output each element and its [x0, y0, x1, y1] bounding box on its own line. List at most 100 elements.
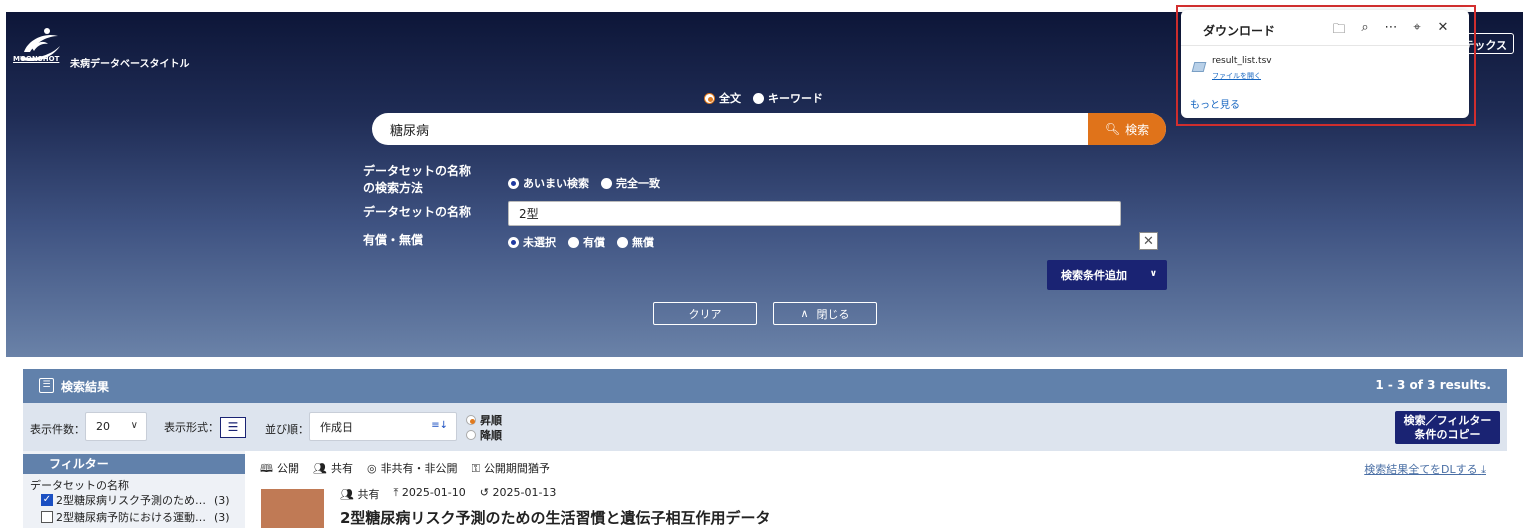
copy-label-line2: 条件のコピー — [1414, 428, 1481, 441]
filter-item[interactable]: 2型糖尿病予防における運動… (3) — [41, 509, 230, 525]
asc-option[interactable]: 昇順 — [466, 412, 502, 427]
legend-grace: ⚿ 公開期間猶予 — [472, 460, 550, 479]
search-icon: 🔍︎ — [1104, 122, 1121, 136]
site-title: 未病データベースタイトル — [70, 59, 190, 70]
clear-button[interactable]: クリア — [653, 302, 757, 325]
download-all-label: 検索結果全てをDLする — [1364, 463, 1478, 476]
radio-selected-icon[interactable] — [704, 92, 715, 104]
search-input[interactable] — [372, 113, 1087, 145]
free-option[interactable]: 無償 — [617, 234, 654, 250]
radio-icon[interactable] — [601, 177, 612, 189]
legend-grace-label: 公開期間猶予 — [483, 462, 550, 475]
remove-condition-close-icon[interactable]: ✕ — [1139, 232, 1158, 250]
radio-selected-icon[interactable] — [508, 236, 519, 248]
download-file-name[interactable]: result_list.tsv — [1212, 56, 1272, 66]
dataset-thumbnail[interactable] — [261, 489, 324, 528]
legend-shared-label: 共有 — [330, 462, 353, 475]
key-icon: ⚿ — [471, 462, 480, 475]
radio-icon[interactable] — [753, 92, 764, 104]
results-header: ☰ 検索結果 1 - 3 of 3 results. — [23, 369, 1507, 403]
chevron-up-icon: ∧ — [800, 307, 809, 320]
meta-share: 👥︎ 共有 — [340, 486, 379, 502]
results-title: 検索結果 — [61, 380, 110, 394]
filter-item-label: 2型糖尿病リスク予測のため… — [56, 494, 206, 507]
legend-public: 🕮︎ 公開 — [260, 460, 299, 479]
sort-label: 並び順： — [265, 423, 309, 436]
fuzzy-option[interactable]: あいまい検索 — [508, 175, 589, 191]
divider — [1181, 45, 1469, 46]
radio-icon[interactable] — [617, 236, 628, 248]
users-icon: 👥︎ — [312, 462, 327, 475]
paid-label: 有償・無償 — [363, 233, 424, 247]
downloads-toolbar: 🗀︎ ⌕ ⋯ ⌖ ✕ — [1331, 20, 1451, 42]
book-icon: 🕮︎ — [260, 462, 273, 475]
asc-label: 昇順 — [480, 413, 502, 427]
dataset-name-input[interactable] — [508, 201, 1121, 226]
sort-value: 作成日 — [320, 420, 353, 434]
open-file-link[interactable]: ファイルを開く — [1212, 71, 1261, 81]
legend-private: ◎ 非共有・非公開 — [367, 460, 458, 479]
close-icon[interactable]: ✕ — [1435, 20, 1451, 42]
download-all-link[interactable]: 検索結果全てをDLする ⤓ — [1364, 461, 1486, 477]
filter-item-count: (3) — [214, 510, 230, 524]
chevron-down-icon: ∨ — [130, 420, 138, 431]
paid-option-label: 有償 — [583, 236, 605, 249]
mode-fulltext-option[interactable]: 全文 — [704, 90, 741, 106]
legend-shared: 👥︎ 共有 — [313, 460, 353, 479]
close-panel-button[interactable]: ∧ 閉じる — [773, 302, 877, 325]
sort-icon: ≡↓ — [431, 420, 448, 431]
filter-item-count: (3) — [214, 493, 230, 507]
chevron-down-icon: ∨ — [1149, 269, 1157, 279]
unselected-option[interactable]: 未選択 — [508, 234, 556, 250]
folder-icon[interactable]: 🗀︎ — [1331, 20, 1347, 42]
dataset-name-label: データセットの名称 — [363, 205, 472, 219]
mode-keyword-option[interactable]: キーワード — [753, 90, 823, 106]
list-view-toggle-icon[interactable]: ☰ — [220, 417, 246, 438]
dataset-title-link[interactable]: 2型糖尿病リスク予測のための生活習慣と遺伝子相互作用データ — [340, 507, 770, 528]
search-button-label: 検索 — [1125, 122, 1150, 137]
desc-option[interactable]: 降順 — [466, 427, 502, 442]
close-label: 閉じる — [816, 307, 850, 321]
search-box: 🔍︎ 検索 — [372, 113, 1166, 145]
filter-panel: フィルター データセットの名称 ✓ 2型糖尿病リスク予測のため… (3) 2型糖… — [23, 451, 245, 528]
upload-icon: ⤒ — [393, 486, 402, 499]
search-button[interactable]: 🔍︎ 検索 — [1088, 113, 1166, 145]
legend-private-label: 非共有・非公開 — [380, 462, 458, 475]
radio-selected-icon[interactable] — [466, 414, 476, 425]
add-condition-button[interactable]: 検索条件追加 ∨ — [1047, 260, 1167, 290]
order-group: 昇順 降順 — [466, 412, 502, 442]
see-more-link[interactable]: もっと見る — [1190, 96, 1240, 111]
paid-group: 未選択 有償 無償 — [508, 234, 666, 250]
legend-public-label: 公開 — [276, 462, 299, 475]
filter-item[interactable]: ✓ 2型糖尿病リスク予測のため… (3) — [41, 492, 230, 508]
more-icon[interactable]: ⋯ — [1383, 20, 1399, 42]
mode-fulltext-label: 全文 — [719, 92, 741, 105]
meta-share-label: 共有 — [357, 488, 380, 501]
search-mode-group: 全文 キーワード — [704, 90, 835, 106]
sort-select[interactable]: 作成日 ≡↓ — [309, 412, 457, 441]
format-label: 表示形式： — [164, 421, 219, 434]
radio-icon[interactable] — [466, 429, 476, 440]
desc-label: 降順 — [480, 428, 502, 442]
per-page-select[interactable]: 20 ∨ — [85, 412, 147, 441]
dataset-meta: 👥︎ 共有 ⤒ 2025-01-10 ↺ 2025-01-13 — [340, 486, 556, 502]
checkbox-checked-icon[interactable]: ✓ — [41, 494, 53, 506]
free-option-label: 無償 — [632, 236, 654, 249]
name-method-label: データセットの名称 の検索方法 — [363, 163, 471, 197]
results-list: 🕮︎ 公開 👥︎ 共有 ◎ 非共有・非公開 ⚿ 公開期間猶予 検索結果全てをDLする ⤓… — [245, 451, 1507, 528]
visibility-legend: 🕮︎ 公開 👥︎ 共有 ◎ 非共有・非公開 ⚿ 公開期間猶予 — [260, 460, 550, 479]
search-icon[interactable]: ⌕ — [1357, 20, 1373, 42]
filter-title: フィルター — [23, 454, 245, 474]
unselected-label: 未選択 — [523, 236, 556, 249]
copy-conditions-button[interactable]: 検索／フィルター 条件のコピー — [1395, 411, 1500, 444]
checkbox-icon[interactable] — [41, 511, 53, 523]
meta-updated-date: 2025-01-13 — [492, 486, 557, 499]
radio-icon[interactable] — [568, 236, 579, 248]
filter-item-label: 2型糖尿病予防における運動… — [56, 511, 206, 524]
results-toolbar: 表示件数： 20 ∨ 表示形式： ☰ 並び順： 作成日 ≡↓ 昇順 降順 検索／… — [23, 403, 1507, 451]
exact-option[interactable]: 完全一致 — [601, 175, 660, 191]
paid-option[interactable]: 有償 — [568, 234, 605, 250]
download-icon: ⤓ — [1481, 463, 1486, 476]
radio-selected-icon[interactable] — [508, 177, 519, 189]
pin-icon[interactable]: ⌖ — [1409, 20, 1425, 42]
